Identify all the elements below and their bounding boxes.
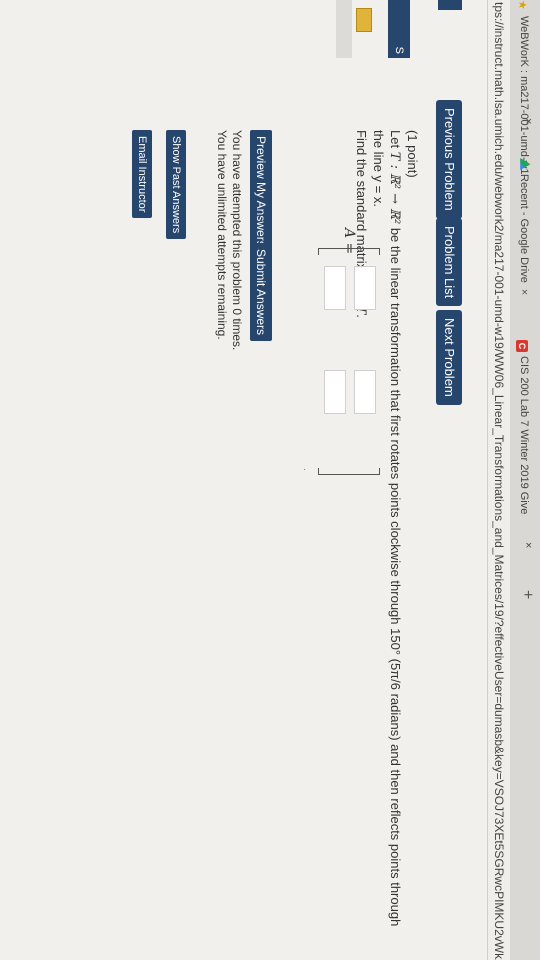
- submit-answers-button[interactable]: Submit Answers: [250, 243, 272, 342]
- tab-close-icon[interactable]: ×: [522, 542, 534, 548]
- problem-list-button[interactable]: Problem List: [436, 218, 462, 307]
- preview-answers-button[interactable]: Preview My Answers: [250, 130, 272, 253]
- matrix-answer: A = .: [282, 210, 392, 475]
- drive-icon: [519, 158, 531, 170]
- sidebar-fragment: [438, 0, 462, 10]
- tab-bar: ★ WeBWorK : ma217-001-umd-w1 × Recent - G…: [509, 0, 540, 960]
- left-bracket: [318, 248, 380, 255]
- matrix-entry-1-2[interactable]: [354, 370, 376, 414]
- tab-close-icon[interactable]: ×: [518, 289, 530, 295]
- attempted-text: You have attempted this problem 0 times.: [230, 130, 244, 351]
- right-bracket: [318, 468, 380, 475]
- tab-close-icon[interactable]: ×: [522, 118, 534, 124]
- canvas-icon: C: [516, 340, 528, 352]
- browser-screen: ★ WeBWorK : ma217-001-umd-w1 × Recent - G…: [0, 0, 540, 960]
- next-problem-button[interactable]: Next Problem: [436, 310, 462, 405]
- attempts-info: You have attempted this problem 0 times.…: [214, 130, 244, 350]
- address-bar[interactable]: tps://instruct.math.lsa.umich.edu/webwor…: [487, 0, 510, 960]
- matrix-entry-1-1[interactable]: [354, 266, 376, 310]
- star-icon: ★: [516, 0, 528, 10]
- previous-problem-button[interactable]: Previous Problem: [436, 100, 462, 219]
- tab-webwork[interactable]: ★ WeBWorK : ma217-001-umd-w1: [514, 0, 534, 175]
- problem-points: (1 point): [405, 130, 420, 178]
- matrix-entry-2-2[interactable]: [324, 370, 346, 414]
- new-tab-button[interactable]: +: [518, 590, 536, 599]
- tab-cis200[interactable]: C CIS 200 Lab 7 Winter 2019 Give: [514, 340, 534, 550]
- sidebar-chip: [336, 0, 352, 58]
- remaining-text: You have unlimited attempts remaining.: [215, 130, 229, 340]
- tab-webwork-label: WeBWorK : ma217-001-umd-w1: [518, 16, 530, 175]
- email-instructor-button[interactable]: Email Instructor: [132, 130, 152, 219]
- show-past-answers-button[interactable]: Show Past Answers: [166, 130, 186, 240]
- matrix-entry-2-1[interactable]: [324, 266, 346, 310]
- tab-google-drive[interactable]: Recent - Google Drive ×: [514, 158, 534, 295]
- tab-cis-label: CIS 200 Lab 7 Winter 2019 Give: [518, 356, 530, 515]
- sidebar-item[interactable]: S: [388, 0, 410, 58]
- sidebar-chip: [356, 8, 372, 32]
- matrix-period: .: [301, 468, 312, 471]
- tab-drive-label: Recent - Google Drive: [518, 174, 530, 283]
